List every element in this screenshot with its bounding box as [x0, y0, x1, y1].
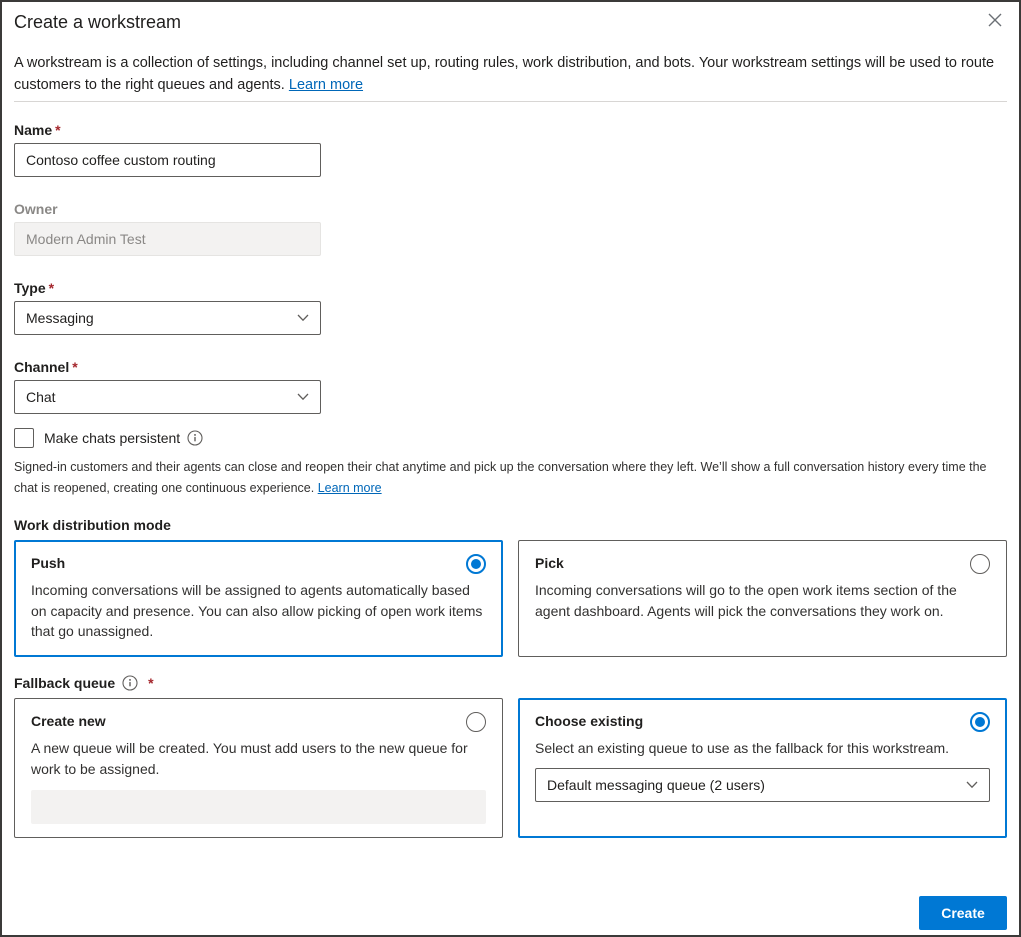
card-head: Create new: [31, 711, 486, 732]
type-label-text: Type: [14, 280, 46, 296]
channel-label: Channel*: [14, 357, 1007, 377]
fallback-queue-options: Create new A new queue will be created. …: [14, 698, 1007, 838]
chevron-down-icon: [297, 393, 309, 401]
new-queue-name-input: [31, 790, 486, 824]
name-label-text: Name: [14, 122, 52, 138]
create-button[interactable]: Create: [919, 896, 1007, 930]
header-divider: [14, 101, 1007, 102]
name-label: Name*: [14, 120, 1007, 140]
channel-select-value: Chat: [26, 389, 56, 405]
type-select-value: Messaging: [26, 310, 94, 326]
option-card-pick[interactable]: Pick Incoming conversations will go to t…: [518, 540, 1007, 657]
persistent-chat-note-text: Signed-in customers and their agents can…: [14, 460, 987, 495]
choose-existing-radio[interactable]: [970, 712, 990, 732]
persistent-chat-row: Make chats persistent: [14, 428, 1007, 448]
persistent-chat-label: Make chats persistent: [44, 430, 203, 446]
name-required-asterisk: *: [55, 122, 60, 138]
close-icon: [987, 16, 1003, 31]
page-title: Create a workstream: [14, 10, 181, 34]
fallback-required-asterisk: *: [148, 673, 153, 693]
create-new-radio[interactable]: [466, 712, 486, 732]
push-option-description: Incoming conversations will be assigned …: [31, 580, 486, 642]
create-new-option-title: Create new: [31, 711, 106, 731]
intro-learn-more-link[interactable]: Learn more: [289, 77, 363, 93]
chevron-down-icon: [297, 314, 309, 322]
option-card-create-new[interactable]: Create new A new queue will be created. …: [14, 698, 503, 838]
note-learn-more-link[interactable]: Learn more: [318, 481, 382, 495]
type-select[interactable]: Messaging: [14, 301, 321, 335]
option-card-push[interactable]: Push Incoming conversations will be assi…: [14, 540, 503, 657]
make-chats-persistent-checkbox[interactable]: [14, 428, 34, 448]
card-head: Push: [31, 553, 486, 574]
chevron-down-icon: [966, 781, 978, 789]
name-input[interactable]: [14, 143, 321, 177]
fallback-queue-heading: Fallback queue *: [14, 673, 1007, 693]
create-workstream-dialog: Create a workstream A workstream is a co…: [0, 0, 1021, 937]
push-option-title: Push: [31, 553, 65, 573]
pick-radio[interactable]: [970, 554, 990, 574]
pick-option-description: Incoming conversations will go to the op…: [535, 580, 990, 621]
push-radio[interactable]: [466, 554, 486, 574]
dialog-footer: Create: [14, 896, 1007, 930]
fallback-queue-select[interactable]: Default messaging queue (2 users): [535, 768, 990, 802]
channel-required-asterisk: *: [72, 359, 77, 375]
work-distribution-options: Push Incoming conversations will be assi…: [14, 540, 1007, 657]
type-required-asterisk: *: [49, 280, 54, 296]
owner-input: [14, 222, 321, 256]
persistent-chat-note: Signed-in customers and their agents can…: [14, 457, 1004, 499]
info-icon[interactable]: [122, 675, 138, 691]
type-label: Type*: [14, 278, 1007, 298]
create-new-option-description: A new queue will be created. You must ad…: [31, 738, 486, 779]
fallback-queue-select-value: Default messaging queue (2 users): [547, 777, 765, 793]
option-card-choose-existing[interactable]: Choose existing Select an existing queue…: [518, 698, 1007, 838]
card-head: Choose existing: [535, 711, 990, 732]
choose-existing-option-description: Select an existing queue to use as the f…: [535, 738, 990, 759]
channel-label-text: Channel: [14, 359, 69, 375]
work-distribution-heading: Work distribution mode: [14, 515, 1007, 535]
channel-select[interactable]: Chat: [14, 380, 321, 414]
dialog-description: A workstream is a collection of settings…: [14, 52, 999, 96]
close-button[interactable]: [983, 10, 1007, 32]
pick-option-title: Pick: [535, 553, 564, 573]
dialog-header: Create a workstream: [14, 10, 1007, 34]
info-icon[interactable]: [187, 430, 203, 446]
fallback-queue-heading-text: Fallback queue: [14, 673, 115, 693]
choose-existing-option-title: Choose existing: [535, 711, 643, 731]
card-head: Pick: [535, 553, 990, 574]
owner-label: Owner: [14, 199, 1007, 219]
dialog-description-text: A workstream is a collection of settings…: [14, 55, 994, 93]
persistent-chat-label-text: Make chats persistent: [44, 430, 180, 446]
